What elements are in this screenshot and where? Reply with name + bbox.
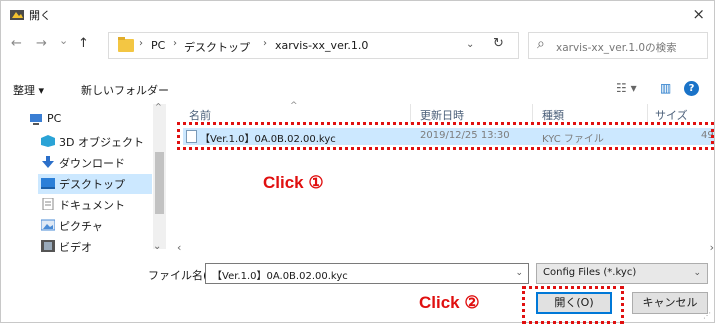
scroll-down-chevron-icon[interactable]: ⌄ — [153, 241, 161, 252]
column-divider[interactable] — [647, 104, 648, 124]
sidebar-item-desktop[interactable]: デスクトップ — [38, 174, 152, 194]
click-highlight-file — [177, 122, 714, 150]
search-box[interactable]: ⌕ xarvis-xx_ver.1.0の検索 — [528, 32, 708, 59]
click-2-label: Click ② — [419, 293, 480, 312]
file-list-header: ^ 名前 更新日時 種類 サイズ — [177, 101, 714, 124]
sidebar-item-label: ドキュメント — [59, 199, 125, 212]
breadcrumb-separator: › — [173, 38, 177, 49]
folder-icon — [118, 37, 134, 52]
address-dropdown-icon[interactable]: ⌄ — [466, 39, 474, 50]
back-arrow-icon[interactable]: ← — [11, 36, 22, 51]
breadcrumb-desktop[interactable]: デスクトップ — [184, 39, 250, 55]
address-bar[interactable]: › PC › デスクトップ › xarvis-xx_ver.1.0 — [108, 32, 519, 59]
sort-ascending-icon: ^ — [290, 101, 298, 111]
app-icon — [10, 10, 24, 20]
scrollbar-thumb[interactable] — [155, 152, 164, 214]
sidebar-item-label: 3D オブジェクト — [59, 136, 144, 149]
desktop-icon — [41, 178, 55, 189]
window-title: 開く — [29, 9, 51, 22]
preview-pane-icon[interactable]: ▥ — [660, 81, 671, 95]
new-folder-button[interactable]: 新しいフォルダー — [81, 82, 169, 98]
title-bar: 開く × — [1, 1, 714, 27]
refresh-icon[interactable]: ↻ — [493, 36, 504, 51]
3d-objects-icon — [41, 135, 55, 147]
file-type-dropdown-icon[interactable]: ⌄ — [693, 268, 701, 278]
pictures-icon — [41, 219, 55, 231]
column-header-modified[interactable]: 更新日時 — [420, 107, 464, 123]
forward-arrow-icon[interactable]: → — [36, 36, 47, 51]
breadcrumb-pc[interactable]: PC — [151, 39, 165, 52]
resize-grip-icon[interactable]: ⋰ — [703, 311, 711, 320]
breadcrumb-separator: › — [139, 38, 143, 49]
sidebar-item-pc[interactable]: PC — [29, 110, 159, 130]
search-icon: ⌕ — [537, 36, 545, 52]
organize-button[interactable]: 整理 ▾ — [13, 82, 44, 98]
documents-icon — [42, 198, 54, 210]
file-list-horizontal-scrollbar[interactable]: ‹ › — [177, 241, 714, 255]
help-icon[interactable]: ? — [684, 81, 699, 96]
navigation-pane-scrollbar[interactable]: ^ — [153, 102, 166, 249]
click-1-label: Click ① — [263, 173, 324, 192]
search-placeholder: xarvis-xx_ver.1.0の検索 — [556, 42, 677, 54]
navigation-bar: ← → ⌄ ↑ › PC › デスクトップ › xarvis-xx_ver.1.… — [1, 31, 714, 61]
recent-locations-chevron-icon[interactable]: ⌄ — [59, 34, 68, 47]
file-open-dialog: 開く × ← → ⌄ ↑ › PC › デスクトップ › xarvis-xx_v… — [0, 0, 715, 324]
pc-icon — [30, 114, 42, 125]
sidebar-item-label: ビデオ — [59, 241, 92, 254]
scroll-right-chevron-icon[interactable]: › — [710, 241, 714, 254]
view-options-icon[interactable]: ☷ ▾ — [616, 81, 637, 95]
sidebar-item-downloads[interactable]: ダウンロード — [41, 153, 171, 173]
column-header-type[interactable]: 種類 — [542, 107, 564, 123]
open-button[interactable]: 開く(O) — [536, 292, 612, 314]
column-header-size[interactable]: サイズ — [655, 107, 688, 123]
filename-dropdown-icon[interactable]: ⌄ — [515, 268, 523, 278]
videos-icon — [41, 240, 55, 252]
scroll-left-chevron-icon[interactable]: ‹ — [177, 241, 181, 254]
column-divider[interactable] — [410, 104, 411, 124]
navigation-pane: PC 3D オブジェクト ダウンロード デスクトップ ドキュメント ピクチャ ビ… — [1, 104, 166, 259]
sidebar-item-3d-objects[interactable]: 3D オブジェクト — [41, 132, 171, 152]
column-divider[interactable] — [532, 104, 533, 124]
filename-value: 【Ver.1.0】0A.0B.02.00.kyc — [212, 271, 348, 282]
breadcrumb-folder[interactable]: xarvis-xx_ver.1.0 — [275, 39, 368, 52]
sidebar-item-label: デスクトップ — [59, 178, 125, 191]
download-icon — [42, 156, 54, 168]
file-type-filter[interactable]: Config Files (*.kyc) ⌄ — [536, 263, 708, 284]
breadcrumb-separator: › — [263, 38, 267, 49]
command-bar: 整理 ▾ 新しいフォルダー ☷ ▾ ▥ ? — [1, 79, 714, 101]
scroll-up-arrow-icon[interactable]: ^ — [155, 102, 162, 111]
sidebar-item-videos[interactable]: ビデオ — [41, 237, 171, 257]
filename-input[interactable]: 【Ver.1.0】0A.0B.02.00.kyc ⌄ — [205, 263, 529, 284]
sidebar-item-label: ピクチャ — [59, 220, 103, 233]
column-header-name[interactable]: 名前 — [189, 107, 211, 123]
sidebar-item-label: PC — [47, 112, 62, 125]
sidebar-item-pictures[interactable]: ピクチャ — [41, 216, 171, 236]
sidebar-item-documents[interactable]: ドキュメント — [41, 195, 171, 215]
file-type-filter-value: Config Files (*.kyc) — [543, 267, 637, 278]
cancel-button[interactable]: キャンセル — [632, 292, 708, 314]
up-arrow-icon[interactable]: ↑ — [78, 36, 89, 51]
close-icon[interactable]: × — [692, 5, 705, 23]
sidebar-item-label: ダウンロード — [59, 157, 125, 170]
